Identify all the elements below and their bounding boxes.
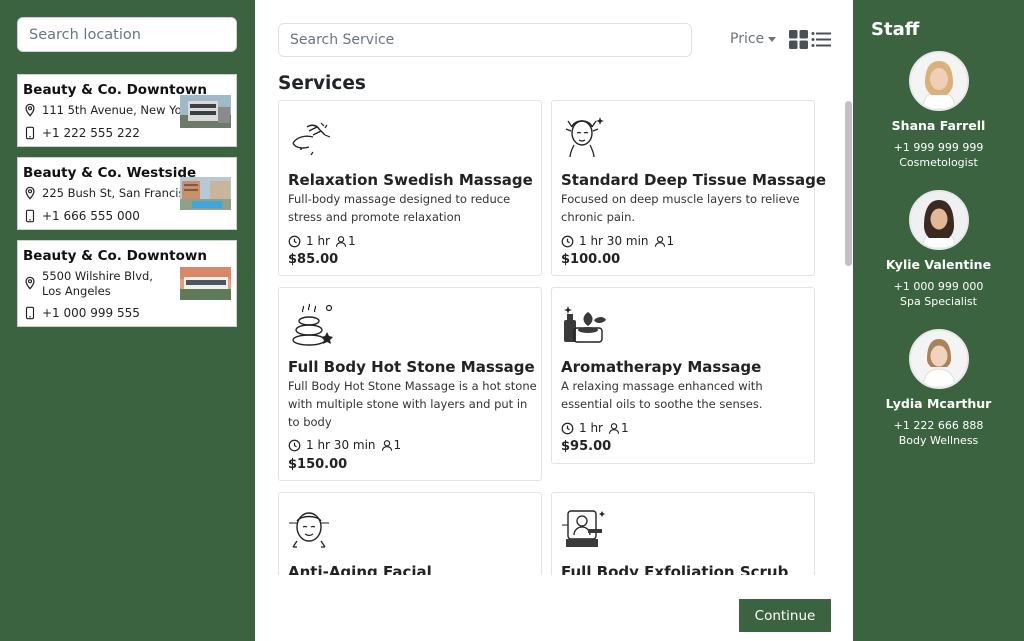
price-sort-label: Price — [730, 31, 765, 47]
service-duration: 1 hr — [306, 234, 330, 248]
avatar — [909, 190, 969, 250]
service-duration: 1 hr — [579, 421, 603, 435]
location-photo — [180, 95, 231, 128]
person-icon — [608, 422, 620, 434]
services-heading: Services — [278, 73, 366, 94]
staff-role: Spa Specialist — [900, 295, 977, 308]
person-icon — [381, 439, 392, 451]
staff-name: Lydia Mcarthur — [885, 396, 992, 411]
chevron-down-icon — [768, 36, 777, 42]
face-massage-icon — [565, 117, 604, 158]
staff-name: Shana Farrell — [891, 118, 986, 133]
location-phone: +1 666 555 000 — [42, 209, 140, 223]
service-card[interactable]: Full Body Exfoliation Scrub — [551, 492, 815, 575]
service-title: Relaxation Swedish Massage — [288, 171, 533, 189]
service-price: $85.00 — [288, 252, 339, 267]
avatar — [909, 329, 969, 389]
service-price: $150.00 — [288, 457, 348, 472]
service-card[interactable]: Anti-Aging Facial — [278, 492, 542, 575]
map-pin-icon — [25, 276, 35, 290]
service-capacity: 1 — [348, 234, 356, 248]
staff-panel: Staff Shana Farrell +1 999 999 999 Cosme… — [853, 0, 1024, 641]
phone-icon — [25, 306, 35, 320]
person-icon — [654, 235, 665, 247]
services-scrollbar[interactable] — [845, 101, 852, 266]
service-title: Full Body Exfoliation Scrub — [561, 563, 789, 575]
location-name: Beauty & Co. Westside — [23, 165, 197, 181]
service-title: Anti-Aging Facial — [288, 563, 432, 575]
clock-icon — [288, 235, 301, 247]
facial-icon — [289, 512, 329, 548]
service-price: $100.00 — [561, 252, 621, 267]
location-phone: +1 222 555 222 — [42, 126, 140, 140]
grid-view-icon[interactable] — [789, 30, 808, 49]
aroma-oils-icon — [564, 306, 606, 343]
service-duration: 1 hr 30 min — [579, 234, 649, 248]
services-panel: Search Service Price Services Relaxation… — [255, 0, 853, 641]
service-card[interactable]: Aromatherapy Massage A relaxing massage … — [551, 287, 815, 464]
scrub-device-icon — [562, 510, 605, 547]
service-search-input[interactable]: Search Service — [278, 23, 692, 57]
location-card[interactable]: Beauty & Co. Downtown 5500 Wilshire Blvd… — [17, 240, 237, 327]
location-address: 111 5th Avenue, New York — [42, 103, 194, 117]
location-search-input[interactable]: Search location — [17, 17, 237, 52]
locations-panel: Search location Beauty & Co. Downtown 11… — [0, 0, 255, 641]
clock-icon — [288, 439, 301, 451]
staff-phone: +1 222 666 888 — [893, 419, 984, 432]
staff-role: Cosmetologist — [899, 156, 978, 169]
massage-hands-icon — [292, 122, 331, 156]
map-pin-icon — [25, 103, 35, 117]
location-address: 225 Bush St, San Francisco — [42, 186, 198, 200]
continue-button[interactable]: Continue — [739, 599, 831, 632]
location-name: Beauty & Co. Downtown — [23, 248, 207, 264]
location-card[interactable]: Beauty & Co. Westside 225 Bush St, San F… — [17, 157, 237, 230]
service-title: Full Body Hot Stone Massage — [288, 358, 535, 376]
phone-icon — [25, 209, 35, 223]
map-pin-icon — [25, 186, 35, 200]
service-capacity: 1 — [393, 438, 402, 452]
avatar — [909, 51, 969, 111]
location-phone: +1 000 999 555 — [42, 306, 140, 320]
phone-icon — [25, 126, 35, 140]
service-price: $95.00 — [561, 439, 612, 454]
service-description: Focused on deep muscle layers to relieve… — [561, 192, 800, 224]
service-capacity: 1 — [666, 234, 675, 248]
clock-icon — [561, 422, 574, 434]
price-sort-dropdown[interactable]: Price — [730, 31, 777, 47]
person-icon — [335, 235, 347, 247]
service-description: A relaxing massage enhanced with essenti… — [561, 379, 763, 411]
location-address: 5500 Wilshire Blvd, Los Angeles — [42, 269, 153, 298]
service-description: Full Body Hot Stone Massage is a hot sto… — [288, 379, 537, 429]
service-duration: 1 hr 30 min — [306, 438, 376, 452]
list-view-icon[interactable] — [811, 31, 831, 48]
staff-title: Staff — [871, 19, 920, 40]
services-list[interactable]: Relaxation Swedish Massage Full-body mas… — [278, 99, 843, 575]
hot-stones-icon — [292, 303, 333, 346]
clock-icon — [561, 235, 574, 247]
staff-phone: +1 000 999 000 — [893, 280, 984, 293]
location-card[interactable]: Beauty & Co. Downtown 111 5th Avenue, Ne… — [17, 74, 237, 147]
staff-phone: +1 999 999 999 — [893, 141, 984, 154]
location-photo — [180, 267, 231, 300]
location-photo — [180, 177, 231, 210]
service-capacity: 1 — [621, 421, 629, 435]
service-card[interactable]: Relaxation Swedish Massage Full-body mas… — [278, 100, 542, 276]
service-title: Aromatherapy Massage — [561, 358, 762, 376]
staff-name: Kylie Valentine — [885, 257, 992, 272]
service-card[interactable]: Standard Deep Tissue Massage Focused on … — [551, 100, 826, 276]
service-description: Full-body massage designed to reduce str… — [288, 192, 511, 224]
service-title: Standard Deep Tissue Massage — [561, 171, 826, 189]
service-card[interactable]: Full Body Hot Stone Massage Full Body Ho… — [278, 287, 542, 481]
staff-role: Body Wellness — [898, 434, 979, 447]
